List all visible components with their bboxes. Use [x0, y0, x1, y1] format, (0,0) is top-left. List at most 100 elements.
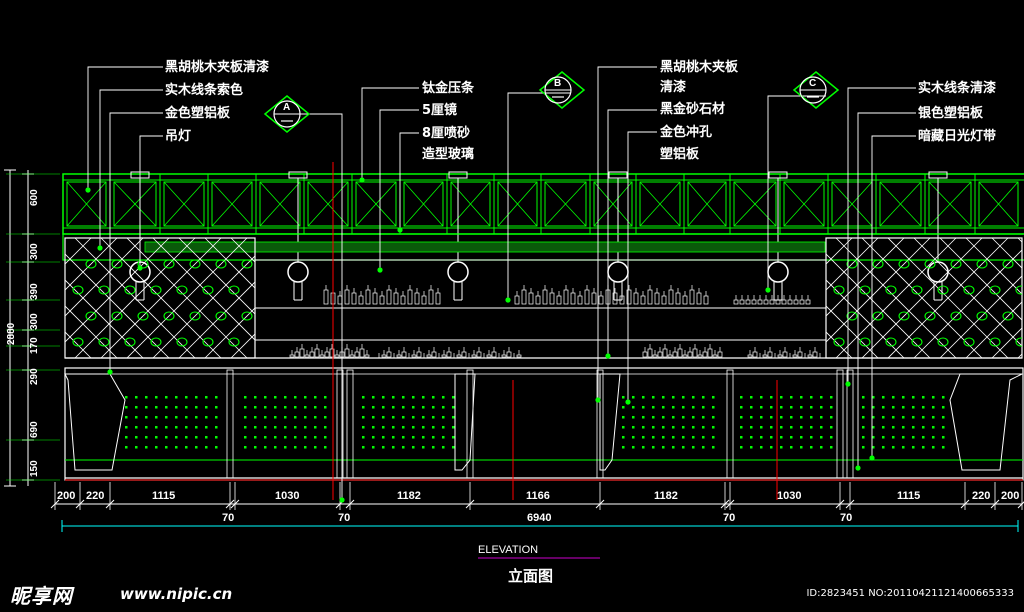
perforation: [392, 396, 395, 399]
bottle: [752, 351, 758, 358]
perforation: [284, 416, 287, 419]
dim-h-220-left: 220: [86, 490, 104, 502]
perforation: [402, 446, 405, 449]
perforation: [642, 406, 645, 409]
perforation: [830, 396, 833, 399]
perforation: [692, 436, 695, 439]
perforation: [882, 396, 885, 399]
perforation: [254, 406, 257, 409]
perforation: [412, 406, 415, 409]
dim-h-200-right: 200: [1001, 490, 1019, 502]
bottle: [689, 289, 695, 305]
bottle: [570, 292, 576, 305]
perforation: [264, 416, 267, 419]
dim-v-600: 600: [29, 189, 40, 206]
light-strip-fill: [144, 241, 826, 253]
bottle: [775, 299, 781, 305]
lattice-line: [991, 238, 1022, 269]
perforation: [922, 406, 925, 409]
perforation: [274, 426, 277, 429]
perforation: [314, 416, 317, 419]
leader-line: [857, 112, 916, 468]
perforation: [372, 426, 375, 429]
perforation: [760, 406, 763, 409]
center-panel-left: [454, 373, 476, 471]
perforation: [314, 446, 317, 449]
perforation: [452, 436, 455, 439]
perforation: [264, 426, 267, 429]
perforation: [702, 416, 705, 419]
perforation: [702, 436, 705, 439]
perforation: [820, 416, 823, 419]
perforation: [294, 446, 297, 449]
pendant-lamp-globe: [607, 261, 629, 283]
bottle: [414, 292, 420, 305]
bottle: [672, 351, 678, 358]
perforation: [402, 416, 405, 419]
perforation: [892, 396, 895, 399]
bottle: [652, 354, 658, 358]
perforation: [284, 426, 287, 429]
perforation: [632, 446, 635, 449]
perforation: [362, 446, 365, 449]
bottle: [812, 351, 818, 358]
perforation: [372, 396, 375, 399]
bottles-low-1: [289, 344, 370, 358]
perforation: [294, 406, 297, 409]
bottles-shelf-1: [323, 285, 441, 305]
dim-v-390: 390: [29, 283, 40, 300]
bottle: [491, 351, 497, 358]
perforation: [382, 396, 385, 399]
perforation: [392, 426, 395, 429]
dim-h-joint-2: 70: [338, 512, 350, 524]
perforation: [264, 446, 267, 449]
bottle: [702, 351, 708, 358]
perforation: [155, 406, 158, 409]
perforation: [662, 406, 665, 409]
label-perforated-panel-1: 金色冲孔: [659, 124, 712, 140]
perforation: [882, 446, 885, 449]
perforated-panel-2: [244, 396, 327, 449]
dim-h-total: 6940: [527, 512, 551, 524]
perforation: [362, 406, 365, 409]
perforation: [642, 446, 645, 449]
perforation: [185, 426, 188, 429]
lamp-mount: [608, 171, 628, 179]
perforation: [195, 446, 198, 449]
leader-dot: [855, 465, 861, 471]
bottle: [675, 292, 681, 305]
section-marker-b: B: [538, 71, 586, 109]
perforation: [284, 436, 287, 439]
bottle: [299, 348, 305, 358]
bottle: [793, 299, 799, 305]
perforation: [442, 416, 445, 419]
bottle: [767, 351, 773, 358]
bottle: [294, 351, 300, 358]
perforation: [452, 426, 455, 429]
perforation: [672, 426, 675, 429]
perforation: [662, 416, 665, 419]
perforation: [452, 406, 455, 409]
perforation: [215, 446, 218, 449]
lattice-line: [965, 301, 1022, 358]
lamp-mount: [928, 171, 948, 179]
bottle: [379, 295, 385, 305]
leader-dot: [605, 353, 611, 359]
perforation: [422, 436, 425, 439]
dim-h-220-right: 220: [972, 490, 990, 502]
perforation: [165, 406, 168, 409]
perforation: [760, 416, 763, 419]
perforation: [372, 436, 375, 439]
perforation: [712, 426, 715, 429]
label-silver-aluminum-panel: 银色塑铝板: [918, 105, 984, 121]
perforation: [125, 396, 128, 399]
outer-panel-left: [64, 373, 126, 471]
perforation: [800, 446, 803, 449]
perforation: [402, 426, 405, 429]
perforation: [205, 416, 208, 419]
section-marker-c: C: [792, 71, 840, 109]
perforation: [800, 426, 803, 429]
watermark-url: www.nipic.cn: [120, 585, 233, 603]
bottle: [657, 351, 663, 358]
perforation: [810, 406, 813, 409]
